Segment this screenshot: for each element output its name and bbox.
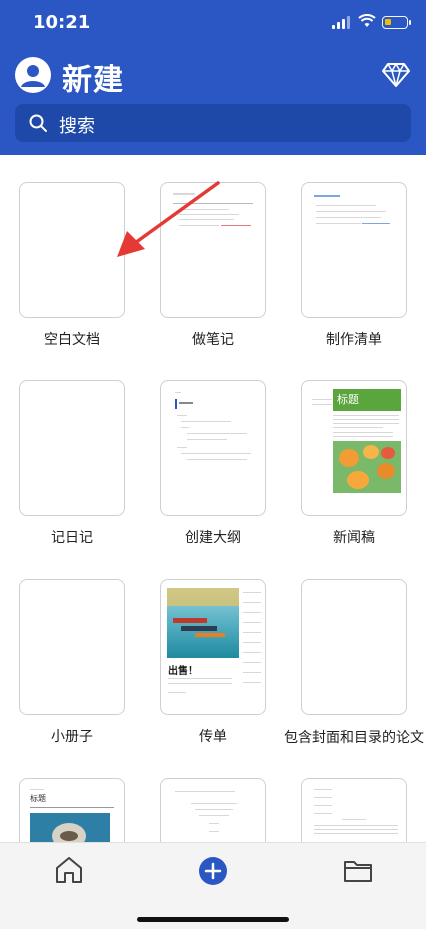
template-grid: 空白文档 做笔记 制作清单 记日记 创建大纲 标题 新闻稿 小册子 出售！ 传单… xyxy=(0,155,426,842)
template-document-2[interactable] xyxy=(160,778,266,842)
template-make-list[interactable] xyxy=(301,182,407,318)
template-label: 空白文档 xyxy=(44,332,100,348)
app-header: 10:21 新建 搜索 xyxy=(0,0,426,155)
folder-icon[interactable] xyxy=(341,853,375,887)
template-brochure[interactable] xyxy=(19,579,125,715)
template-label: 做笔记 xyxy=(192,332,234,348)
search-placeholder: 搜索 xyxy=(59,116,95,137)
search-icon xyxy=(29,114,47,132)
template-paper-with-cover-and-toc[interactable] xyxy=(301,579,407,715)
user-icon xyxy=(21,65,45,87)
template-label: 包含封面和目录的论文 xyxy=(284,730,424,746)
otter-image xyxy=(30,813,110,842)
page-title: 新建 xyxy=(62,63,124,98)
template-label: 制作清单 xyxy=(326,332,382,348)
home-indicator xyxy=(137,917,289,922)
flyer-heading: 出售！ xyxy=(168,666,198,677)
arrow-annotation xyxy=(117,181,220,257)
fruit-image xyxy=(333,441,401,493)
diamond-icon[interactable] xyxy=(382,62,410,88)
home-icon[interactable] xyxy=(52,853,86,887)
status-bar: 10:21 xyxy=(0,0,426,46)
template-label: 新闻稿 xyxy=(333,530,375,546)
template-flyer[interactable]: 出售！ xyxy=(160,579,266,715)
template-newsletter[interactable]: 标题 xyxy=(301,380,407,516)
newsletter-heading: 标题 xyxy=(337,393,359,406)
report-heading: 标题 xyxy=(30,794,46,803)
template-report[interactable]: 标题 xyxy=(19,778,125,842)
template-label: 记日记 xyxy=(51,530,93,546)
boat-image xyxy=(167,588,239,658)
template-outline[interactable] xyxy=(160,380,266,516)
template-document-3[interactable] xyxy=(301,778,407,842)
search-input[interactable]: 搜索 xyxy=(15,104,411,142)
template-label: 创建大纲 xyxy=(185,530,241,546)
template-label: 小册子 xyxy=(51,729,93,745)
avatar[interactable] xyxy=(15,57,51,93)
wifi-icon xyxy=(358,14,376,27)
template-journal[interactable] xyxy=(19,380,125,516)
status-time: 10:21 xyxy=(33,12,91,33)
bottom-nav xyxy=(0,842,426,929)
signal-icon xyxy=(332,16,350,29)
battery-icon xyxy=(382,16,411,29)
plus-icon[interactable] xyxy=(196,854,230,888)
template-label: 传单 xyxy=(199,729,227,745)
